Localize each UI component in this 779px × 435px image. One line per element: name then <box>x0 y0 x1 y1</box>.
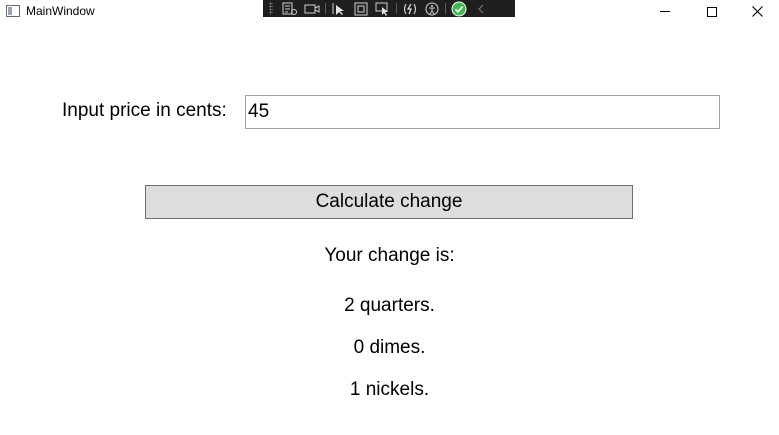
calculate-change-label: Calculate change <box>315 191 463 212</box>
hot-reload-button[interactable] <box>399 0 421 17</box>
app-icon <box>6 5 20 17</box>
grip-icon[interactable] <box>269 2 273 15</box>
video-icon <box>304 4 320 13</box>
price-label: Input price in cents: <box>62 100 227 121</box>
display-layout-adorners-icon <box>354 2 368 15</box>
close-button[interactable] <box>734 0 779 23</box>
debug-toolbar <box>263 0 515 17</box>
collapse-icon <box>478 4 484 13</box>
minimize-icon <box>660 11 670 12</box>
maximize-icon <box>707 6 717 17</box>
toolbar-separator <box>325 3 326 14</box>
display-layout-adorners-button[interactable] <box>350 0 372 17</box>
binding-check-icon <box>451 1 467 16</box>
price-input[interactable] <box>245 95 720 129</box>
live-visual-tree-icon <box>282 2 297 15</box>
minimize-button[interactable] <box>642 0 688 23</box>
live-visual-tree-button[interactable] <box>279 0 301 17</box>
accessibility-button[interactable] <box>421 0 443 17</box>
toolbar-separator <box>445 3 446 14</box>
calculate-change-button[interactable]: Calculate change <box>145 185 633 219</box>
change-heading: Your change is: <box>324 245 455 266</box>
select-element-button[interactable] <box>328 0 350 17</box>
video-button[interactable] <box>301 0 323 17</box>
maximize-button[interactable] <box>689 0 735 23</box>
track-focus-button[interactable] <box>372 0 394 17</box>
hot-reload-icon <box>403 3 417 14</box>
close-icon <box>751 6 763 17</box>
nickels-result: 1 nickels. <box>349 379 430 400</box>
window-title: MainWindow <box>26 4 95 18</box>
collapse-toolbar-button[interactable] <box>470 0 492 17</box>
toolbar-separator <box>396 3 397 14</box>
select-element-icon <box>332 2 344 15</box>
dimes-result: 0 dimes. <box>353 337 426 358</box>
track-focus-icon <box>375 2 388 16</box>
accessibility-icon <box>425 2 439 15</box>
binding-check-button[interactable] <box>448 0 470 17</box>
quarters-result: 2 quarters. <box>344 295 435 316</box>
